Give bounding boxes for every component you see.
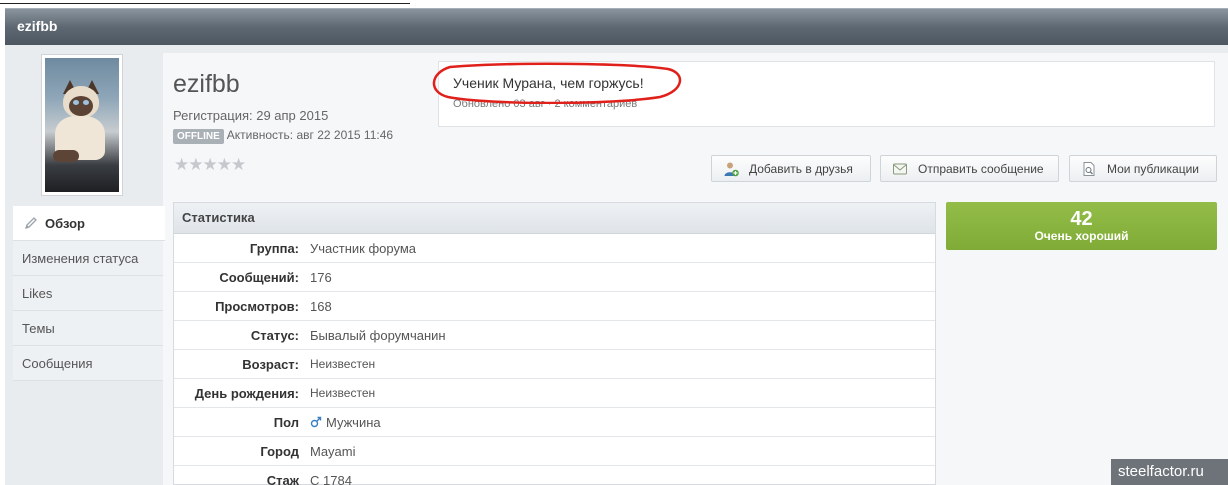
stat-row-age: Возраст: Неизвестен [174,350,935,379]
my-posts-label: Мои публикации [1107,162,1199,176]
stat-row-status: Статус: Бывалый форумчанин [174,321,935,350]
sidebar-item-label: Likes [22,286,53,301]
avatar-image [45,58,119,192]
rating-stars: ★★★★★ [174,155,246,174]
profile-username: ezifbb [173,70,240,98]
stat-value: Неизвестен [310,386,376,400]
sidebar-item-messages[interactable]: Сообщения [13,346,163,381]
registration-date: Регистрация: 29 апр 2015 [173,108,329,123]
status-text[interactable]: Ученик Мурана, чем горжусь! [453,75,644,91]
stat-label: Просмотров: [215,299,299,314]
sidebar-item-overview[interactable]: Обзор [13,206,165,241]
document-search-icon [1083,162,1095,176]
male-icon [310,416,322,428]
stat-row-views: Просмотров: 168 [174,292,935,321]
stat-label: Стаж [266,473,299,485]
last-activity: Активность: авг 22 2015 11:46 [226,128,394,142]
top-divider [0,3,410,4]
stat-label: Пол [273,415,299,430]
status-meta[interactable]: Обновлено 03 авг · 2 комментариев [453,98,637,110]
stat-value-gender: Мужчина [310,415,381,430]
stat-value: Неизвестен [310,357,376,371]
sidebar-item-label: Темы [22,321,55,336]
stat-row-posts: Сообщений: 176 [174,263,935,292]
status-update-box [438,61,1215,127]
stat-row-experience: Стаж С 1784 [174,466,935,485]
sidebar-item-status-changes[interactable]: Изменения статуса [13,241,163,276]
send-message-button[interactable]: Отправить сообщение [880,155,1059,182]
stat-value: 168 [310,299,332,314]
stat-row-city: Город Mayami [174,437,935,466]
sidebar-item-topics[interactable]: Темы [13,311,163,346]
message-icon [893,163,907,175]
statistics-panel: Статистика Группа: Участник форума Сообщ… [173,202,936,485]
sidebar-item-likes[interactable]: Likes [13,276,163,311]
send-message-label: Отправить сообщение [918,162,1044,176]
stat-label: День рождения: [194,386,299,401]
reputation-box: 42 Очень хороший [946,202,1217,250]
stat-label: Сообщений: [219,270,299,285]
sidebar-item-label: Сообщения [22,356,93,371]
profile-title-bar: ezifbb [5,8,1228,45]
offline-badge: OFFLINE [173,129,224,144]
stat-row-group: Группа: Участник форума [174,234,935,263]
stat-value: 176 [310,270,332,285]
reputation-value: 42 [1070,208,1093,230]
title-username: ezifbb [17,18,58,34]
add-friend-label: Добавить в друзья [749,162,853,176]
activity-line: OFFLINE Активность: авг 22 2015 11:46 [173,128,393,144]
stat-value: Участник форума [310,241,416,256]
sidebar-item-label: Обзор [45,216,85,231]
stat-value: Мужчина [326,415,381,430]
stat-value: Бывалый форумчанин [310,328,446,343]
stat-row-gender: Пол Мужчина [174,408,935,437]
add-user-icon [724,162,739,177]
avatar[interactable] [41,54,123,196]
stat-row-birthday: День рождения: Неизвестен [174,379,935,408]
reputation-label: Очень хороший [1034,229,1129,243]
stat-label: Группа: [249,241,299,256]
my-posts-button[interactable]: Мои публикации [1069,155,1217,182]
sidebar-item-label: Изменения статуса [22,251,139,266]
statistics-heading: Статистика [174,203,935,234]
profile-sidebar-nav: Обзор Изменения статуса Likes Темы Сообщ… [13,206,165,381]
add-friend-button[interactable]: Добавить в друзья [711,155,871,182]
stat-value: С 1784 [310,473,352,485]
stat-value: Mayami [310,444,356,459]
stat-label: Статус: [250,328,299,343]
watermark: steelfactor.ru [1111,459,1228,485]
stat-label: Город [260,444,299,459]
stat-label: Возраст: [242,357,299,372]
pencil-icon [24,217,37,230]
